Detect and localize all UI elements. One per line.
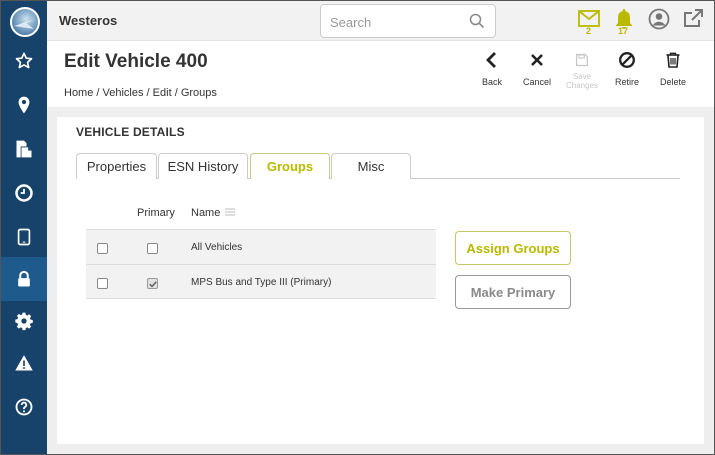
cancel-label: Cancel [522, 77, 551, 87]
page-title: Edit Vehicle 400 [64, 51, 208, 72]
search-input[interactable] [330, 13, 460, 31]
save-label-line2: Changes [565, 81, 599, 90]
clock-icon [15, 184, 33, 202]
sidebar-item-documents[interactable] [1, 127, 47, 171]
logo[interactable] [10, 7, 40, 37]
save-label-line1: Save [572, 72, 592, 81]
breadcrumb: Home / Vehicles / Edit / Groups [64, 87, 217, 99]
breadcrumb-edit[interactable]: Edit [153, 87, 172, 99]
top-bar: Westeros 2 17 [47, 1, 714, 41]
table-row[interactable]: All Vehicles [86, 229, 436, 264]
sidebar [1, 1, 47, 454]
retire-button[interactable]: Retire [605, 51, 649, 101]
search-box[interactable] [320, 4, 496, 38]
sidebar-item-help[interactable] [1, 385, 47, 429]
save-changes-button[interactable]: Save Changes [560, 53, 604, 103]
back-label: Back [481, 77, 502, 87]
column-primary: Primary [137, 207, 175, 219]
primary-checkbox[interactable] [147, 243, 158, 254]
ban-icon [619, 52, 635, 68]
sort-icon[interactable] [225, 208, 236, 216]
star-icon [15, 52, 33, 69]
retire-label: Retire [614, 77, 639, 87]
column-name[interactable]: Name [191, 207, 236, 219]
table-header: Primary Name [86, 197, 436, 229]
sidebar-item-alerts[interactable] [1, 341, 47, 385]
group-name: MPS Bus and Type III (Primary) [191, 277, 332, 288]
breadcrumb-groups: Groups [180, 87, 217, 99]
map-pin-icon [18, 96, 30, 114]
sidebar-item-devices[interactable] [1, 215, 47, 259]
save-icon [575, 53, 589, 67]
documents-icon [16, 140, 32, 158]
table-row[interactable]: MPS Bus and Type III (Primary) [86, 264, 436, 299]
trash-icon [666, 52, 680, 68]
search-icon[interactable] [469, 13, 485, 29]
close-icon [531, 54, 543, 66]
app-title: Westeros [59, 13, 118, 28]
warning-icon [15, 355, 33, 371]
tab-groups[interactable]: Groups [250, 153, 330, 179]
tablet-icon [17, 228, 31, 246]
primary-checkbox[interactable] [147, 278, 158, 289]
sidebar-item-settings[interactable] [1, 299, 47, 343]
checkmark-icon [149, 281, 157, 288]
back-button[interactable]: Back [470, 51, 514, 101]
breadcrumb-home[interactable]: Home [64, 87, 93, 99]
sidebar-item-history[interactable] [1, 171, 47, 215]
user-account-icon[interactable] [647, 7, 671, 31]
sidebar-item-favorites[interactable] [1, 39, 47, 83]
select-checkbox[interactable] [97, 243, 108, 254]
sidebar-item-security[interactable] [1, 257, 47, 301]
section-title: VEHICLE DETAILS [76, 125, 185, 139]
tab-bar: Properties ESN History Groups Misc [76, 153, 680, 179]
page-header: Edit Vehicle 400 Home / Vehicles / Edit … [47, 42, 714, 106]
compass-logo-icon [14, 19, 36, 29]
gear-icon [15, 312, 33, 331]
external-link-icon[interactable] [681, 7, 705, 31]
vehicle-details-panel: VEHICLE DETAILS Properties ESN History G… [57, 117, 704, 444]
tab-properties[interactable]: Properties [76, 153, 157, 179]
chevron-left-icon [486, 52, 496, 68]
make-primary-button[interactable]: Make Primary [455, 275, 571, 309]
sidebar-item-map[interactable] [1, 83, 47, 127]
messages-count-badge: 2 [586, 26, 592, 36]
column-name-label: Name [191, 207, 221, 219]
alerts-count-badge: 17 [618, 26, 629, 36]
help-icon [15, 398, 33, 416]
select-checkbox[interactable] [97, 278, 108, 289]
group-name: All Vehicles [191, 242, 243, 253]
delete-button[interactable]: Delete [651, 51, 695, 101]
tab-esn-history[interactable]: ESN History [158, 153, 248, 179]
breadcrumb-vehicles[interactable]: Vehicles [103, 87, 144, 99]
groups-table: Primary Name All Vehicles MPS Bus and Ty… [86, 197, 436, 299]
tab-misc[interactable]: Misc [331, 153, 411, 179]
delete-label: Delete [659, 77, 686, 87]
cancel-button[interactable]: Cancel [515, 51, 559, 101]
lock-icon [18, 270, 30, 287]
assign-groups-button[interactable]: Assign Groups [455, 231, 571, 265]
